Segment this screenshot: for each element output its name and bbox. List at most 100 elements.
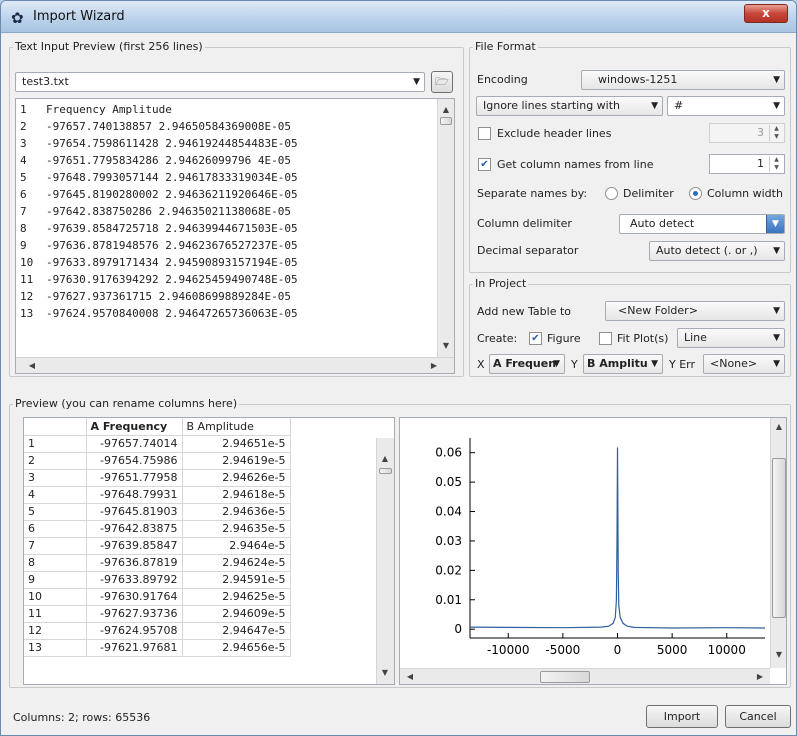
delimiter-radio[interactable] (605, 187, 618, 200)
chevron-down-icon: ▼ (773, 306, 780, 316)
figure-checkbox[interactable]: ✔ (529, 332, 542, 345)
plot-type-select[interactable]: Line ▼ (677, 328, 785, 348)
plot-vscroll[interactable]: ▲ ▼ (770, 418, 786, 668)
table-row[interactable]: 12 -97624.95708 2.94647e-5 (24, 622, 291, 640)
line-number: 4 (20, 154, 27, 167)
amplitude-cell: 2.94609e-5 (182, 605, 291, 623)
scroll-down-icon[interactable]: ▼ (377, 668, 393, 677)
fit-plots-checkbox[interactable] (599, 332, 612, 345)
plot-hscroll-thumb[interactable] (540, 671, 590, 683)
add-table-select[interactable]: <New Folder> ▼ (605, 301, 785, 321)
line-text: -97624.9570840008 2.94647265736063E-05 (46, 307, 298, 320)
yerr-column-select[interactable]: <None> ▼ (703, 354, 785, 374)
column-header-a[interactable]: A Frequency (86, 418, 183, 436)
table-row[interactable]: 10 -97630.91764 2.94625e-5 (24, 588, 291, 606)
plot-hscroll[interactable]: ◀ ▶ (400, 668, 770, 684)
ignore-char-select[interactable]: # ▼ (667, 96, 785, 116)
amplitude-cell: 2.94591e-5 (182, 571, 291, 589)
exclude-header-spinbox[interactable]: 3 ▲ ▼ (709, 123, 785, 143)
plot-vscroll-thumb[interactable] (772, 458, 786, 618)
frequency-cell: -97642.83875 (86, 520, 183, 538)
table-row[interactable]: 7 -97639.85847 2.9464e-5 (24, 537, 291, 555)
row-number: 12 (24, 622, 87, 640)
text-preview-scroll-thumb[interactable] (440, 117, 452, 125)
plot-preview-panel[interactable]: 0 0.01 0.02 0.03 0.04 0.05 0.06 -10000 -5000 0 500… (399, 417, 787, 685)
y-tick-label: 0.06 (435, 446, 462, 460)
y-tick-label: 0.04 (435, 505, 462, 519)
scroll-left-icon[interactable]: ◀ (402, 672, 418, 681)
column-header-b[interactable]: B Amplitude (182, 418, 291, 436)
scroll-left-icon[interactable]: ◀ (24, 361, 40, 370)
add-table-label: Add new Table to (477, 305, 572, 318)
spin-arrows-icon[interactable]: ▲ ▼ (769, 156, 783, 172)
text-preview-line: 7 -97642.838750286 2.94635021138068E-05 (16, 205, 436, 221)
row-number: 8 (24, 554, 87, 572)
text-preview-hscroll[interactable]: ◀ ▶ (16, 357, 454, 373)
scroll-up-icon[interactable]: ▲ (438, 105, 454, 114)
exclude-header-checkbox[interactable] (478, 127, 491, 140)
frequency-cell: -97627.93736 (86, 605, 183, 623)
table-row[interactable]: 8 -97636.87819 2.94624e-5 (24, 554, 291, 572)
row-number: 7 (24, 537, 87, 555)
preview-table-panel[interactable]: A Frequency B Amplitude 1 -97657.74014 2.9… (23, 417, 395, 685)
line-text: -97636.8781948576 2.94623676527237E-05 (46, 239, 298, 252)
text-preview-line: 6 -97645.8190280002 2.94636211920646E-05 (16, 188, 436, 204)
amplitude-cell: 2.94656e-5 (182, 639, 291, 657)
text-preview-line: 10 -97633.8979171434 2.94590893157194E-05 (16, 256, 436, 272)
amplitude-cell: 2.94625e-5 (182, 588, 291, 606)
scroll-right-icon[interactable]: ▶ (752, 672, 768, 681)
table-row[interactable]: 9 -97633.89792 2.94591e-5 (24, 571, 291, 589)
y-column-select[interactable]: B Amplitu ▼ (583, 354, 663, 374)
decimal-separator-select[interactable]: Auto detect (. or ,) ▼ (649, 241, 785, 261)
row-number: 13 (24, 639, 87, 657)
table-row[interactable]: 2 -97654.75986 2.94619e-5 (24, 452, 291, 470)
import-button[interactable]: Import (646, 705, 718, 728)
chevron-down-icon: ▼ (413, 77, 420, 87)
open-file-button[interactable]: 🗁 (431, 71, 453, 93)
table-row[interactable]: 5 -97645.81903 2.94636e-5 (24, 503, 291, 521)
ignore-mode-select[interactable]: Ignore lines starting with ▼ (476, 96, 663, 116)
title-bar[interactable]: ✿ Import Wizard x (1, 1, 796, 33)
table-row[interactable]: 13 -97621.97681 2.94656e-5 (24, 639, 291, 657)
text-preview-area[interactable]: 1 Frequency Amplitude 2 -97657.740138857 2.… (15, 98, 455, 374)
chevron-down-icon: ▼ (651, 101, 658, 111)
text-preview-line: 2 -97657.740138857 2.94650584369008E-05 (16, 120, 436, 136)
preview-table-vscroll[interactable]: ▲ ▼ (376, 438, 394, 684)
create-label: Create: (477, 332, 518, 345)
scroll-up-icon[interactable]: ▲ (771, 422, 786, 431)
file-select[interactable]: test3.txt ▼ (15, 72, 425, 92)
text-preview-line: 11 -97630.9176394292 2.94625459490748E-05 (16, 273, 436, 289)
table-row[interactable]: 1 -97657.74014 2.94651e-5 (24, 435, 291, 453)
text-preview-line: 3 -97654.7598611428 2.94619244854483E-05 (16, 137, 436, 153)
cancel-button[interactable]: Cancel (725, 705, 791, 728)
amplitude-cell: 2.94635e-5 (182, 520, 291, 538)
table-row[interactable]: 6 -97642.83875 2.94635e-5 (24, 520, 291, 538)
scroll-down-icon[interactable]: ▼ (771, 650, 786, 659)
line-text: Frequency Amplitude (46, 103, 172, 116)
line-number: 13 (20, 307, 34, 320)
table-row[interactable]: 11 -97627.93736 2.94609e-5 (24, 605, 291, 623)
preview-table-scroll-thumb[interactable] (379, 468, 392, 474)
chevron-down-icon: ▼ (553, 359, 560, 369)
table-row[interactable]: 3 -97651.77958 2.94626e-5 (24, 469, 291, 487)
column-names-line-spinbox[interactable]: 1 ▲ ▼ (709, 154, 785, 174)
x-column-select[interactable]: A Frequen ▼ (489, 354, 565, 374)
close-button[interactable]: x (744, 4, 788, 23)
column-delimiter-select[interactable]: Auto detect ▼ (619, 214, 785, 234)
get-column-names-checkbox[interactable]: ✔ (478, 158, 491, 171)
frequency-cell: -97621.97681 (86, 639, 183, 657)
text-preview-vscroll[interactable]: ▲ ▼ (437, 99, 454, 357)
row-number: 11 (24, 605, 87, 623)
scroll-right-icon[interactable]: ▶ (426, 361, 442, 370)
row-number: 4 (24, 486, 87, 504)
text-preview-line: 1 Frequency Amplitude (16, 103, 436, 119)
window-title: Import Wizard (33, 9, 125, 24)
column-width-radio[interactable] (689, 187, 702, 200)
scroll-up-icon[interactable]: ▲ (377, 454, 393, 463)
line-text: -97627.937361715 2.94608699889284E-05 (46, 290, 292, 303)
import-wizard-window: ✿ Import Wizard x Text Input Preview (fi… (0, 0, 797, 736)
encoding-select[interactable]: windows-1251 ▼ (581, 70, 785, 90)
scroll-down-icon[interactable]: ▼ (438, 341, 454, 350)
spin-arrows-icon[interactable]: ▲ ▼ (769, 125, 783, 141)
table-row[interactable]: 4 -97648.79931 2.94618e-5 (24, 486, 291, 504)
